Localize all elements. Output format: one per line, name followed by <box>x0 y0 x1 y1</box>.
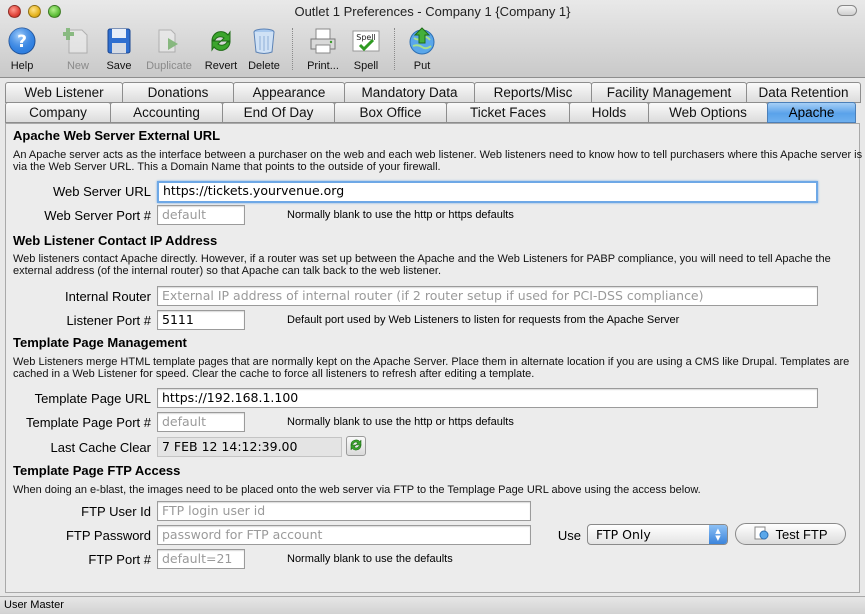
revert-button[interactable]: Revert <box>202 26 240 72</box>
web-server-url-label: Web Server URL <box>52 184 151 199</box>
save-disk-icon <box>104 26 134 56</box>
ftp-user-id-input[interactable]: FTP login user id <box>157 501 531 521</box>
ftp-password-input[interactable]: password for FTP account <box>157 525 531 545</box>
ftp-test-icon <box>753 525 769 544</box>
toolbar-toggle-button[interactable] <box>837 5 857 16</box>
last-cache-clear-value: 7 FEB 12 14:12:39.00 <box>157 437 342 457</box>
template-page-url-input[interactable]: https://192.168.1.100 <box>157 388 818 408</box>
revert-arrows-icon <box>206 26 236 56</box>
ftp-port-input[interactable]: default=21 <box>157 549 245 569</box>
internal-router-label: Internal Router <box>65 289 151 304</box>
tab-appearance[interactable]: Appearance <box>233 82 345 103</box>
new-button[interactable]: New <box>60 26 96 72</box>
tab-reports-misc[interactable]: Reports/Misc <box>474 82 592 103</box>
save-button[interactable]: Save <box>101 26 137 72</box>
refresh-icon <box>348 437 364 456</box>
help-button[interactable]: ? Help <box>4 26 40 72</box>
window-titlebar: Outlet 1 Preferences - Company 1 {Compan… <box>0 0 865 78</box>
help-icon: ? <box>7 26 37 56</box>
listener-port-label: Listener Port # <box>66 313 151 328</box>
internal-router-input[interactable]: External IP address of internal router (… <box>157 286 818 306</box>
tab-apache[interactable]: Apache <box>767 102 856 123</box>
section-title-apache-url: Apache Web Server External URL <box>13 128 221 143</box>
section-desc-apache-url: An Apache server acts as the interface b… <box>13 149 863 173</box>
put-button[interactable]: Put <box>404 26 440 72</box>
delete-button[interactable]: Delete <box>246 26 282 72</box>
template-page-port-label: Template Page Port # <box>25 415 151 430</box>
tab-web-options[interactable]: Web Options <box>648 102 768 123</box>
tab-ticket-faces[interactable]: Ticket Faces <box>446 102 570 123</box>
section-desc-listener-ip: Web listeners contact Apache directly. H… <box>13 253 831 277</box>
ftp-user-id-label: FTP User Id <box>81 504 151 519</box>
section-desc-ftp-access: When doing an e-blast, the images need t… <box>13 484 701 496</box>
printer-icon <box>308 26 338 56</box>
trash-can-icon <box>249 26 279 56</box>
tab-holds[interactable]: Holds <box>569 102 649 123</box>
tab-accounting[interactable]: Accounting <box>110 102 223 123</box>
web-server-url-input[interactable]: https://tickets.yourvenue.org <box>157 181 818 203</box>
print-button[interactable]: Print... <box>302 26 344 72</box>
window-title: Outlet 1 Preferences - Company 1 {Compan… <box>294 4 571 19</box>
section-title-listener-ip: Web Listener Contact IP Address <box>13 233 218 248</box>
tab-end-of-day[interactable]: End Of Day <box>222 102 335 123</box>
toolbar-separator <box>394 28 395 70</box>
ftp-password-label: FTP Password <box>65 528 151 543</box>
ftp-port-label: FTP Port # <box>88 552 151 567</box>
test-ftp-button[interactable]: Test FTP <box>735 523 846 545</box>
ftp-port-note: Normally blank to use the defaults <box>287 553 453 565</box>
ftp-mode-select[interactable]: FTP Only ▲ ▼ <box>587 524 728 545</box>
tab-mandatory-data[interactable]: Mandatory Data <box>344 82 475 103</box>
clear-cache-button[interactable] <box>346 436 366 456</box>
spell-button[interactable]: Spell Spell <box>348 26 384 72</box>
template-page-port-input[interactable]: default <box>157 412 245 432</box>
toolbar-separator <box>292 28 293 70</box>
web-server-port-input[interactable]: default <box>157 205 245 225</box>
duplicate-button[interactable]: Duplicate <box>143 26 195 72</box>
spellcheck-icon: Spell <box>351 26 381 56</box>
template-page-port-note: Normally blank to use the http or https … <box>287 416 514 428</box>
select-arrows-icon: ▲ ▼ <box>709 525 727 544</box>
tab-row-2: Company Accounting End Of Day Box Office… <box>5 102 856 124</box>
tab-company[interactable]: Company <box>5 102 111 123</box>
listener-port-input[interactable]: 5111 <box>157 310 245 330</box>
web-server-port-note: Normally blank to use the http or https … <box>287 209 514 221</box>
section-title-ftp-access: Template Page FTP Access <box>13 463 181 478</box>
section-desc-template-page: Web Listeners merge HTML template pages … <box>13 356 850 380</box>
listener-port-note: Default port used by Web Listeners to li… <box>287 314 680 326</box>
svg-text:?: ? <box>17 32 27 52</box>
tab-donations[interactable]: Donations <box>122 82 234 103</box>
tab-facility-management[interactable]: Facility Management <box>591 82 747 103</box>
status-bar: User Master <box>0 596 865 614</box>
status-user: User Master <box>4 599 64 611</box>
duplicate-icon <box>154 26 184 56</box>
tab-web-listener[interactable]: Web Listener <box>5 82 123 103</box>
section-title-template-page: Template Page Management <box>13 335 187 350</box>
ftp-use-label: Use <box>557 528 581 543</box>
web-server-port-label: Web Server Port # <box>44 208 151 223</box>
globe-upload-icon <box>407 26 437 56</box>
template-page-url-label: Template Page URL <box>34 391 151 406</box>
tab-data-retention[interactable]: Data Retention <box>746 82 861 103</box>
tab-box-office[interactable]: Box Office <box>334 102 447 123</box>
tab-row-1: Web Listener Donations Appearance Mandat… <box>5 82 861 104</box>
new-document-icon <box>63 26 93 56</box>
last-cache-clear-label: Last Cache Clear <box>50 440 151 455</box>
